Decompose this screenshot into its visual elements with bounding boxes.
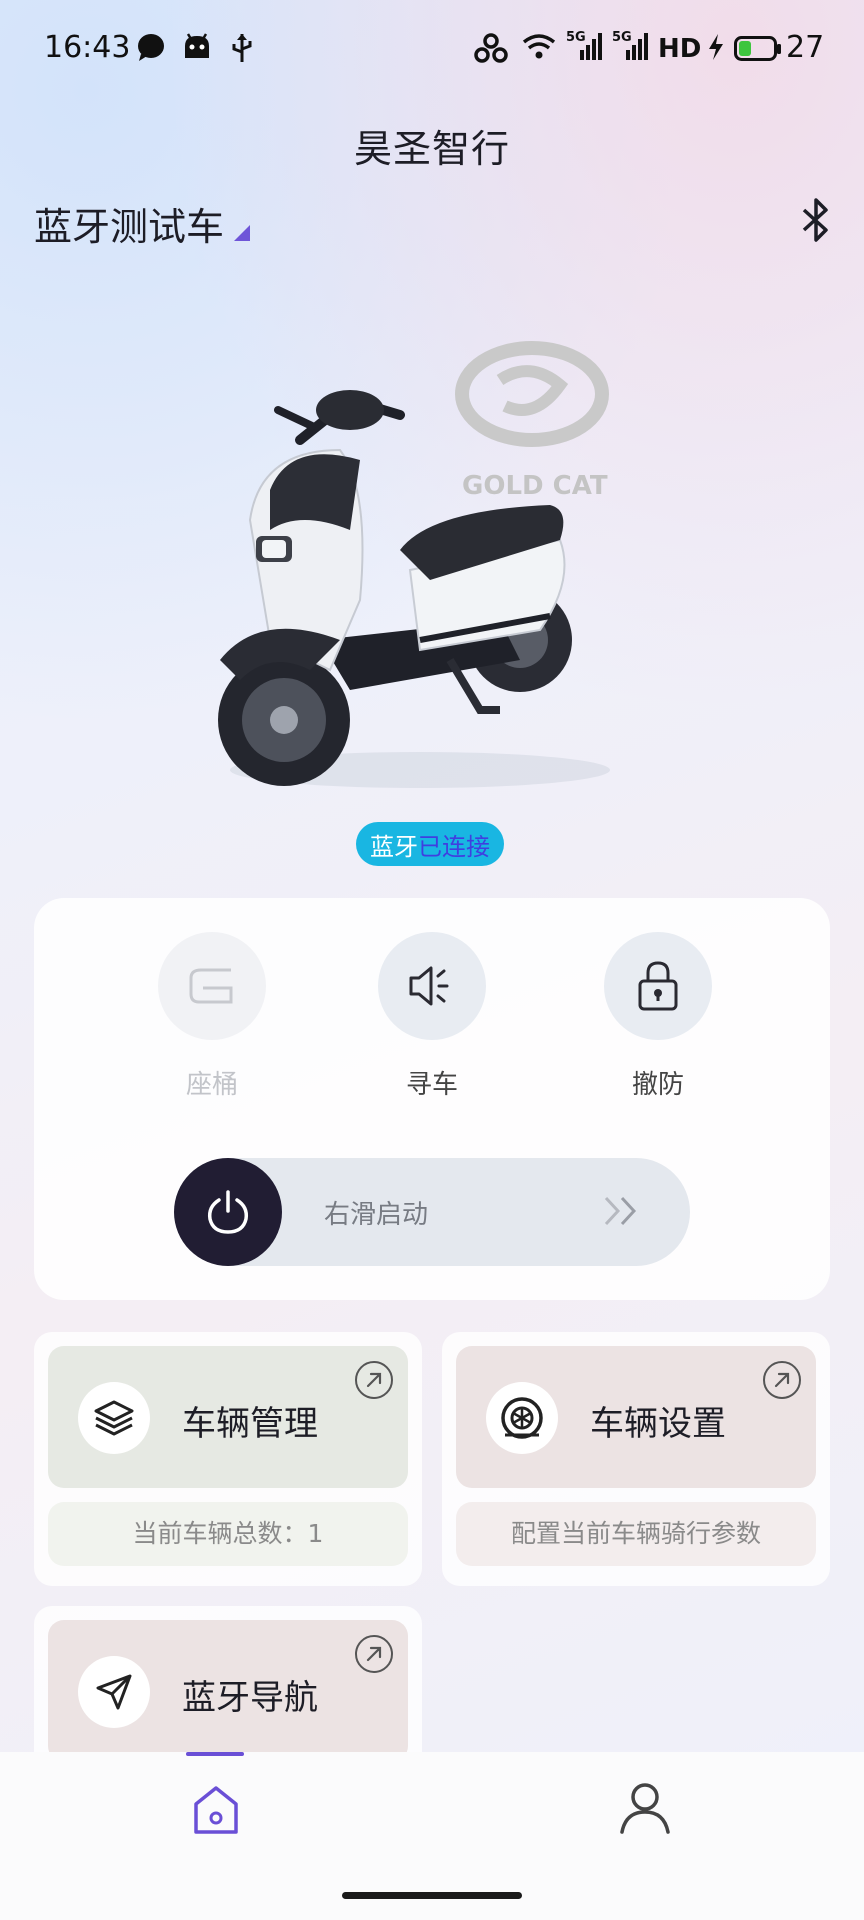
disarm-button[interactable]: 撤防 (598, 932, 718, 1101)
vehicle-settings-tile[interactable]: 车辆设置 配置当前车辆骑行参数 (442, 1332, 830, 1586)
bluetooth-status-badge: 蓝牙 已连接 (356, 822, 504, 866)
vehicle-management-tile[interactable]: 车辆管理 当前车辆总数：1 (34, 1332, 422, 1586)
layers-icon (94, 1400, 134, 1436)
send-icon-circle (78, 1656, 150, 1728)
android-icon (185, 33, 209, 58)
vehicle-management-title: 车辆管理 (182, 1404, 318, 1444)
charging-bolt-icon (709, 34, 723, 60)
bluetooth-navigation-title: 蓝牙导航 (182, 1678, 318, 1718)
bt-status-value: 已连接 (418, 832, 490, 861)
find-car-circle (378, 932, 486, 1040)
send-icon (96, 1674, 132, 1710)
power-icon (207, 1190, 249, 1234)
home-icon[interactable] (186, 1782, 246, 1838)
wifi-icon (522, 34, 556, 59)
vehicle-settings-header: 车辆设置 (456, 1346, 816, 1488)
signal-icon-1 (580, 33, 602, 60)
hotspot-icon (474, 33, 508, 63)
bluetooth-icon[interactable] (796, 196, 836, 244)
usb-icon (232, 34, 252, 62)
tire-icon (501, 1397, 543, 1439)
user-icon[interactable] (618, 1780, 672, 1836)
dropdown-triangle-icon (234, 224, 251, 241)
battery-level: 27 (786, 30, 825, 65)
bluetooth-navigation-header: 蓝牙导航 (48, 1620, 408, 1762)
seat-circle (158, 932, 266, 1040)
vehicle-settings-desc: 配置当前车辆骑行参数 (456, 1502, 816, 1566)
chat-bubble-icon (138, 34, 164, 61)
gesture-bar (342, 1892, 522, 1899)
hd-indicator: HD (658, 34, 702, 64)
nav-active-indicator (186, 1752, 244, 1756)
seat-label: 座桶 (185, 1070, 238, 1100)
arrow-up-right-icon (355, 1361, 393, 1399)
control-card: 座桶 寻车 撤防 右滑启动 (34, 898, 830, 1300)
app-title: 昊圣智行 (353, 127, 510, 171)
vehicle-management-header: 车辆管理 (48, 1346, 408, 1488)
gold-cat-logo-icon: GOLD CAT (455, 341, 609, 501)
double-chevron-icon (604, 1196, 637, 1226)
seat-icon (189, 968, 233, 1004)
bt-status-prefix: 蓝牙 (370, 832, 418, 861)
status-bar: 16:43 5G 5G HD 27 (0, 0, 864, 100)
arrow-up-right-icon (355, 1635, 393, 1673)
vehicle-settings-title: 车辆设置 (590, 1404, 726, 1444)
vehicle-selector[interactable]: 蓝牙测试车 (34, 196, 251, 251)
tire-icon-circle (486, 1382, 558, 1454)
logo-text: GOLD CAT (462, 471, 608, 501)
signal-icon-2 (626, 33, 648, 60)
battery-icon (734, 36, 781, 61)
lock-icon (638, 961, 678, 1011)
find-car-label: 寻车 (405, 1070, 458, 1100)
seat-button[interactable]: 座桶 (152, 932, 272, 1101)
vehicle-name: 蓝牙测试车 (34, 205, 225, 249)
start-slider[interactable]: 右滑启动 (174, 1158, 690, 1266)
scooter-image: GOLD CAT (218, 341, 610, 788)
find-car-button[interactable]: 寻车 (372, 932, 492, 1101)
vehicle-count-text: 当前车辆总数：1 (48, 1502, 408, 1566)
disarm-circle (604, 932, 712, 1040)
status-time: 16:43 (44, 30, 131, 65)
slider-knob[interactable] (174, 1158, 282, 1266)
disarm-label: 撤防 (631, 1070, 684, 1100)
layers-icon-circle (78, 1382, 150, 1454)
arrow-up-right-icon (763, 1361, 801, 1399)
slider-label: 右滑启动 (324, 1200, 429, 1230)
speaker-icon (409, 966, 449, 1006)
